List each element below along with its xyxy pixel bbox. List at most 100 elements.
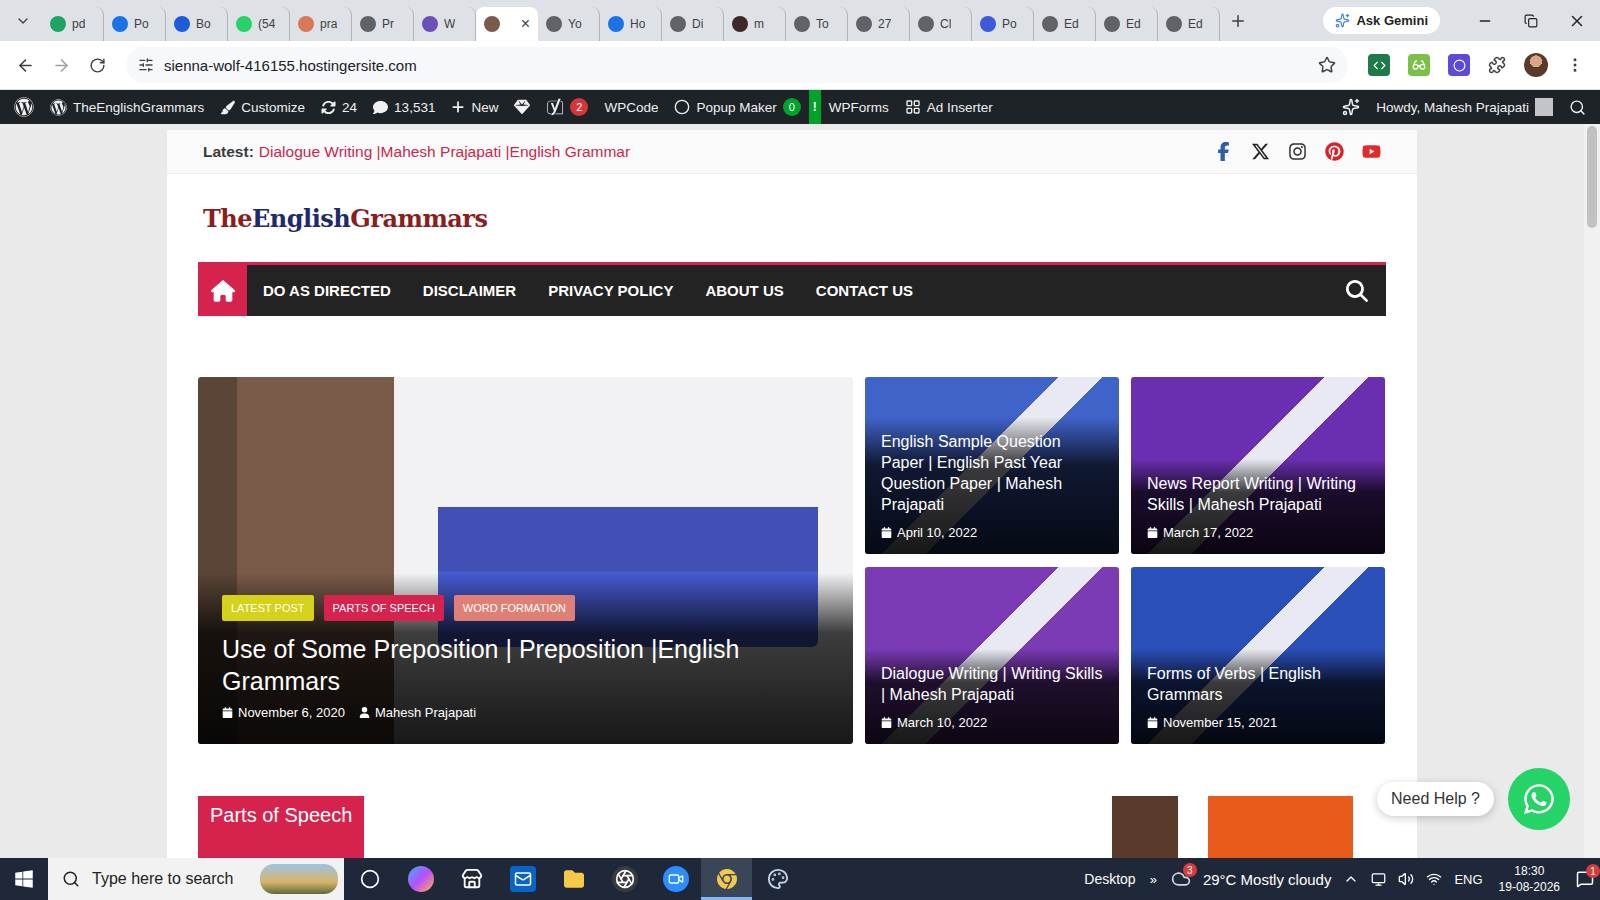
menu-button[interactable] xyxy=(1560,50,1590,80)
forward-button[interactable] xyxy=(46,50,76,80)
post-author[interactable]: Mahesh Prajapati xyxy=(359,705,476,720)
clock[interactable]: 18:3019-08-2026 xyxy=(1489,863,1570,895)
tray-item[interactable] xyxy=(1420,871,1448,887)
admin-bar-item[interactable]: 13,531 xyxy=(365,90,443,124)
browser-tab[interactable]: Cl xyxy=(910,7,972,41)
sidebar-banner[interactable] xyxy=(1082,796,1383,858)
browser-tab[interactable]: Bo xyxy=(166,7,228,41)
taskbar-app[interactable] xyxy=(599,858,650,900)
browser-tab[interactable]: Ed xyxy=(1158,7,1220,41)
post-card[interactable]: Forms of Verbs | English GrammarsNovembe… xyxy=(1131,567,1385,744)
close-button[interactable] xyxy=(1554,0,1600,41)
taskbar-app[interactable] xyxy=(752,858,803,900)
extension-icon[interactable] xyxy=(1408,54,1430,76)
nav-item[interactable]: CONTACT US xyxy=(800,282,929,299)
desktop-toolbar[interactable]: Desktop xyxy=(1078,871,1141,887)
nav-item[interactable]: ABOUT US xyxy=(689,282,799,299)
browser-tab[interactable]: Di xyxy=(662,7,724,41)
profile-avatar[interactable] xyxy=(1524,53,1548,77)
browser-tab[interactable]: 27 xyxy=(848,7,910,41)
latest-link[interactable]: Dialogue Writing |Mahesh Prajapati |Engl… xyxy=(259,143,630,161)
social-link[interactable] xyxy=(1362,142,1381,161)
taskbar-app[interactable] xyxy=(344,858,395,900)
toolbar-more[interactable]: » xyxy=(1142,872,1165,887)
taskbar-search[interactable]: Type here to search xyxy=(48,858,344,900)
scrollbar[interactable] xyxy=(1584,124,1600,858)
nav-search-button[interactable] xyxy=(1346,280,1368,302)
social-link[interactable] xyxy=(1214,142,1233,161)
browser-tab[interactable]: Ed xyxy=(1034,7,1096,41)
browser-tab[interactable]: (54 xyxy=(228,7,290,41)
admin-bar-item[interactable]: Customize xyxy=(212,90,313,124)
admin-search-button[interactable] xyxy=(1561,90,1594,124)
social-link[interactable] xyxy=(1325,142,1344,161)
admin-bar-item[interactable]: Popup Maker0 xyxy=(666,90,808,124)
post-card[interactable]: Dialogue Writing | Writing Skills | Mahe… xyxy=(865,567,1119,744)
taskbar-app[interactable] xyxy=(650,858,701,900)
taskbar-app[interactable] xyxy=(548,858,599,900)
extensions-button[interactable] xyxy=(1482,50,1512,80)
reload-button[interactable] xyxy=(82,50,112,80)
admin-bar-item[interactable]: WPCode xyxy=(596,90,666,124)
featured-title[interactable]: Use of Some Preposition | Preposition |E… xyxy=(222,633,829,697)
nav-item[interactable]: DO AS DIRECTED xyxy=(247,282,407,299)
browser-tab[interactable]: To xyxy=(786,7,848,41)
site-logo[interactable]: TheEnglishGrammars xyxy=(203,204,487,233)
social-link[interactable] xyxy=(1288,142,1307,161)
back-button[interactable] xyxy=(10,50,40,80)
help-bubble[interactable]: Need Help ? xyxy=(1377,782,1494,816)
post-card[interactable]: English Sample Question Paper | English … xyxy=(865,377,1119,554)
scrollbar-thumb[interactable] xyxy=(1587,126,1597,228)
category-tag[interactable]: LATEST POST xyxy=(222,595,314,621)
category-tag[interactable]: PARTS OF SPEECH xyxy=(324,595,444,621)
whatsapp-button[interactable] xyxy=(1508,768,1570,830)
new-tab-button[interactable] xyxy=(1220,6,1256,36)
tray-item[interactable] xyxy=(1365,872,1392,887)
browser-tab[interactable]: Yo xyxy=(538,7,600,41)
taskbar-app[interactable] xyxy=(701,858,752,900)
ai-button[interactable] xyxy=(1334,90,1368,124)
browser-tab[interactable]: Ho xyxy=(600,7,662,41)
admin-bar-item[interactable]: 24 xyxy=(313,90,365,124)
post-card[interactable]: News Report Writing | Writing Skills | M… xyxy=(1131,377,1385,554)
browser-tab[interactable]: pra xyxy=(290,7,352,41)
taskbar-app[interactable] xyxy=(395,858,446,900)
minimize-button[interactable] xyxy=(1462,0,1508,41)
card-title[interactable]: News Report Writing | Writing Skills | M… xyxy=(1147,473,1369,515)
admin-bar-item[interactable]: New xyxy=(443,90,506,124)
tray-expand[interactable] xyxy=(1337,871,1365,887)
star-icon[interactable] xyxy=(1318,56,1336,74)
tray-item[interactable] xyxy=(1392,871,1420,887)
ask-gemini-button[interactable]: Ask Gemini xyxy=(1323,7,1440,34)
nav-item[interactable]: PRIVACY POLICY xyxy=(532,282,689,299)
extension-icon[interactable] xyxy=(1448,54,1470,76)
browser-tab[interactable]: Pr xyxy=(352,7,414,41)
browser-tab[interactable]: pd xyxy=(42,7,104,41)
taskbar-app[interactable] xyxy=(497,858,548,900)
restore-button[interactable] xyxy=(1508,0,1554,41)
admin-bar-item[interactable]: WPForms xyxy=(821,90,897,124)
browser-tab[interactable]: m xyxy=(724,7,786,41)
category-tag[interactable]: WORD FORMATION xyxy=(454,595,575,621)
weather-text[interactable]: 29°C Mostly cloudy xyxy=(1197,871,1338,888)
browser-tab[interactable]: × xyxy=(476,7,538,41)
admin-bar-item[interactable] xyxy=(506,90,538,124)
featured-post[interactable]: LATEST POST PARTS OF SPEECH WORD FORMATION… xyxy=(198,377,853,744)
admin-bar-item[interactable] xyxy=(6,90,42,124)
card-title[interactable]: English Sample Question Paper | English … xyxy=(881,431,1103,515)
account-menu[interactable]: Howdy, Mahesh Prajapati xyxy=(1368,90,1561,124)
home-button[interactable] xyxy=(198,265,247,316)
browser-tab[interactable]: W xyxy=(414,7,476,41)
weather-widget[interactable]: 3 xyxy=(1165,869,1197,889)
admin-bar-item[interactable]: 2 xyxy=(538,90,596,124)
card-title[interactable]: Dialogue Writing | Writing Skills | Mahe… xyxy=(881,663,1103,705)
browser-tab[interactable]: Po xyxy=(972,7,1034,41)
admin-bar-item[interactable]: Ad Inserter xyxy=(897,90,1001,124)
browser-tab[interactable]: Po xyxy=(104,7,166,41)
browser-tab[interactable]: Ed xyxy=(1096,7,1158,41)
alert-badge[interactable]: ! xyxy=(809,90,821,124)
language-indicator[interactable]: ENG xyxy=(1448,872,1488,887)
social-link[interactable] xyxy=(1251,142,1270,161)
extension-icon[interactable] xyxy=(1368,54,1390,76)
start-button[interactable] xyxy=(0,858,48,900)
